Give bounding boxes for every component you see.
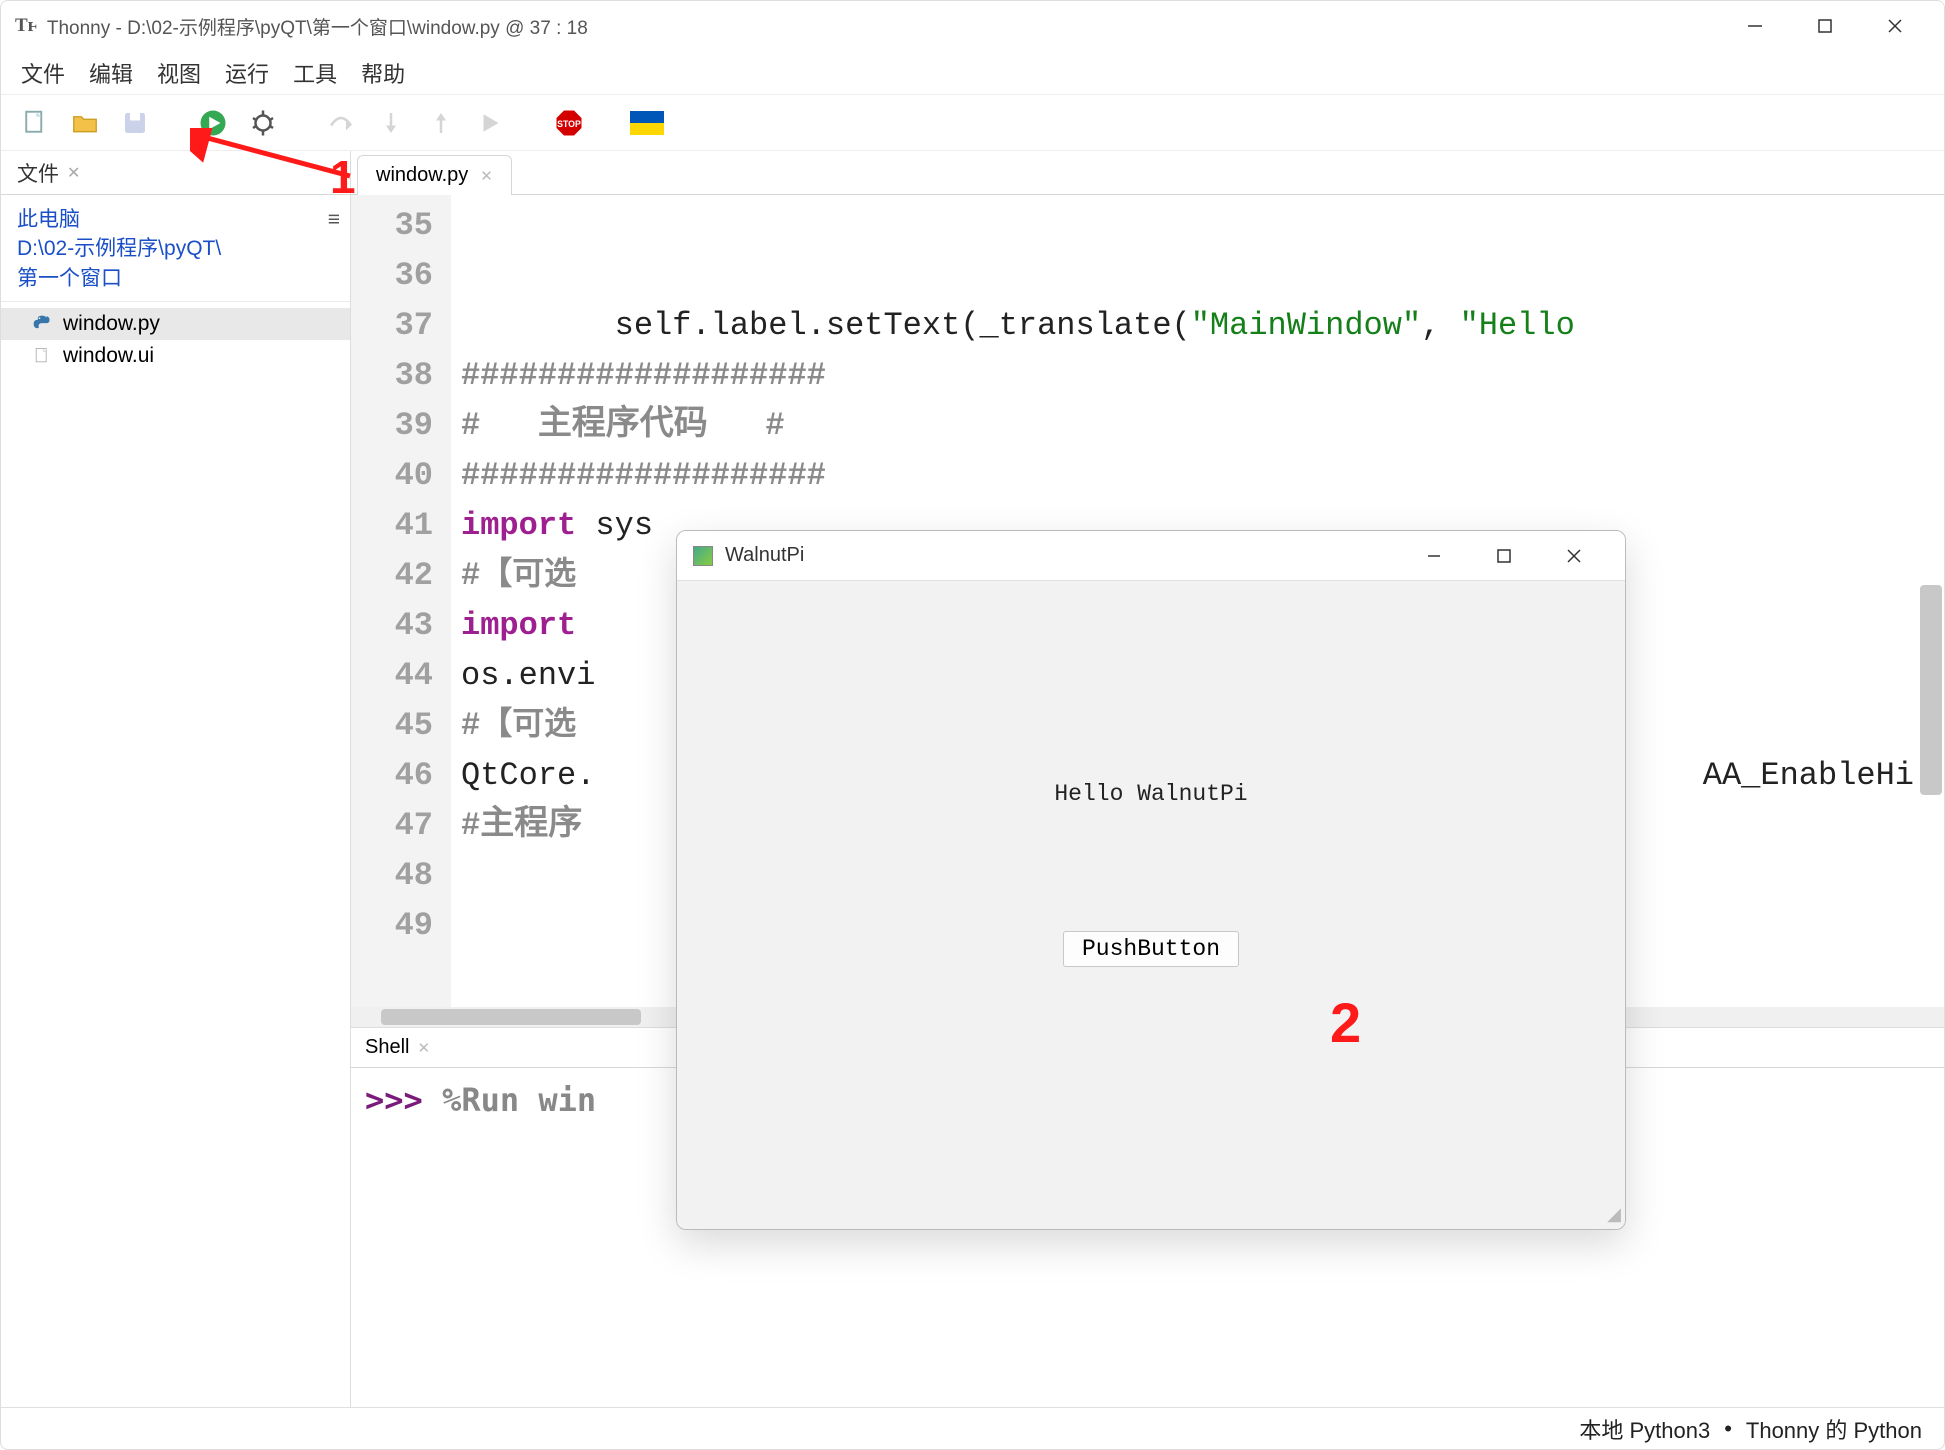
line-gutter: 353637383940414243444546474849: [351, 195, 451, 1007]
tab-window-py[interactable]: window.py ✕: [357, 155, 512, 195]
menu-file[interactable]: 文件: [21, 57, 65, 89]
annotation-2: 2: [1330, 990, 1361, 1055]
hamburger-icon[interactable]: ≡: [328, 205, 340, 234]
resize-grip-icon[interactable]: ◢: [1607, 1204, 1621, 1225]
file-row[interactable]: window.py: [1, 308, 350, 340]
open-file-icon[interactable]: [67, 105, 103, 141]
status-backend[interactable]: Thonny 的 Python: [1746, 1413, 1922, 1445]
menu-view[interactable]: 视图: [157, 57, 201, 89]
close-icon[interactable]: ✕: [417, 1039, 430, 1057]
popup-title: WalnutPi: [725, 544, 804, 567]
annotation-1: 1: [330, 150, 356, 204]
window-title: Thonny - D:\02-示例程序\pyQT\第一个窗口\window.py…: [47, 13, 588, 40]
tab-label: window.py: [376, 164, 468, 187]
minimize-button[interactable]: [1720, 1, 1790, 51]
flag-icon[interactable]: [629, 105, 665, 141]
close-button[interactable]: [1860, 1, 1930, 51]
scrollbar-thumb[interactable]: [1920, 585, 1942, 795]
file-tree: window.py window.ui: [1, 302, 350, 1407]
menu-run[interactable]: 运行: [225, 57, 269, 89]
save-file-icon[interactable]: [117, 105, 153, 141]
status-interpreter[interactable]: 本地 Python3: [1579, 1413, 1710, 1445]
minimize-button[interactable]: [1399, 531, 1469, 581]
svg-text:STOP: STOP: [557, 118, 581, 128]
toolbar: STOP: [1, 95, 1944, 151]
app-icon: [693, 546, 713, 566]
shell-prompt: >>>: [365, 1081, 423, 1119]
menu-help[interactable]: 帮助: [361, 57, 405, 89]
statusbar: 本地 Python3 • Thonny 的 Python: [1, 1407, 1944, 1449]
path-line3: 第一个窗口: [17, 264, 334, 293]
app-icon: Tⱶ: [15, 15, 37, 37]
files-panel-label: 文件: [17, 158, 59, 188]
menu-edit[interactable]: 编辑: [89, 57, 133, 89]
step-out-icon[interactable]: [423, 105, 459, 141]
file-name: window.ui: [63, 344, 154, 368]
python-icon: [31, 313, 53, 335]
step-over-icon[interactable]: [323, 105, 359, 141]
files-panel-tab[interactable]: 文件 ✕: [1, 151, 350, 195]
resume-icon[interactable]: [473, 105, 509, 141]
maximize-button[interactable]: [1790, 1, 1860, 51]
push-button[interactable]: PushButton: [1063, 931, 1239, 967]
new-file-icon[interactable]: [17, 105, 53, 141]
status-sep: •: [1724, 1416, 1732, 1442]
hello-label: Hello WalnutPi: [1054, 781, 1247, 807]
shell-label: Shell: [365, 1036, 409, 1059]
close-icon[interactable]: ✕: [480, 167, 493, 185]
step-into-icon[interactable]: [373, 105, 409, 141]
menu-tools[interactable]: 工具: [293, 57, 337, 89]
titlebar: Tⱶ Thonny - D:\02-示例程序\pyQT\第一个窗口\window…: [1, 1, 1944, 51]
editor-tabs: window.py ✕: [351, 151, 1944, 195]
shell-command: %Run win: [442, 1081, 596, 1119]
sidebar: 文件 ✕ 此电脑 D:\02-示例程序\pyQT\ 第一个窗口 ≡ window…: [1, 151, 351, 1407]
close-icon[interactable]: ✕: [67, 163, 80, 183]
close-button[interactable]: [1539, 531, 1609, 581]
scrollbar-thumb[interactable]: [381, 1009, 641, 1025]
debug-icon[interactable]: [245, 105, 281, 141]
file-row[interactable]: window.ui: [1, 340, 350, 372]
menubar: 文件 编辑 视图 运行 工具 帮助: [1, 51, 1944, 95]
path-line2: D:\02-示例程序\pyQT\: [17, 234, 334, 263]
run-icon[interactable]: [195, 105, 231, 141]
path-breadcrumb[interactable]: 此电脑 D:\02-示例程序\pyQT\ 第一个窗口 ≡: [1, 195, 350, 302]
walnutpi-window: WalnutPi Hello WalnutPi PushButton ◢: [676, 530, 1626, 1230]
maximize-button[interactable]: [1469, 531, 1539, 581]
popup-body: Hello WalnutPi PushButton ◢: [677, 581, 1625, 1229]
stop-icon[interactable]: STOP: [551, 105, 587, 141]
path-line1: 此电脑: [17, 205, 334, 234]
popup-titlebar[interactable]: WalnutPi: [677, 531, 1625, 581]
file-icon: [31, 345, 53, 367]
file-name: window.py: [63, 312, 160, 336]
